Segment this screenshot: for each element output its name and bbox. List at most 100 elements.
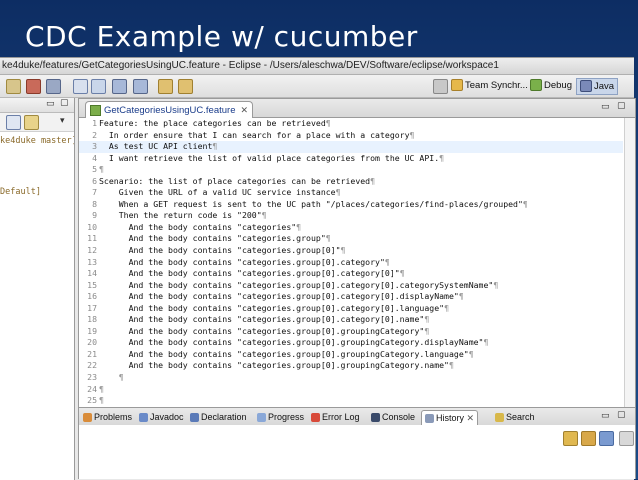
prev-annotation-icon[interactable]: [133, 79, 148, 94]
pilcrow-marker: ¶: [384, 256, 390, 267]
collapse-all-icon[interactable]: [6, 115, 21, 130]
editor-tab[interactable]: GetCategoriesUsingUC.feature ✕: [85, 101, 254, 118]
main-toolbar: Team Synchr... Debug Java: [0, 75, 634, 98]
next-annotation-icon[interactable]: [112, 79, 127, 94]
tab-label: Javadoc: [150, 412, 184, 422]
view-menu-icon[interactable]: ▾: [60, 116, 65, 126]
line-number: 7: [92, 187, 97, 198]
tab-javadoc[interactable]: Javadoc: [139, 410, 184, 424]
code-line[interactable]: 4 I want retrieve the list of valid plac…: [79, 153, 623, 165]
tab-error-log[interactable]: Error Log: [311, 410, 360, 424]
minimize-icon[interactable]: ▭: [601, 102, 610, 112]
line-number: 9: [92, 210, 97, 221]
line-number: 20: [87, 337, 97, 348]
tab-console[interactable]: Console: [371, 410, 415, 424]
tool-icon[interactable]: [6, 79, 21, 94]
pilcrow-marker: ¶: [468, 348, 474, 359]
line-number: 10: [87, 221, 97, 232]
pilcrow-marker: ¶: [261, 210, 267, 221]
search-icon: [495, 413, 504, 423]
pilcrow-marker: ¶: [493, 279, 499, 290]
code-line[interactable]: 19 And the body contains "categories.gro…: [79, 326, 623, 338]
tree-item[interactable]: Default]: [0, 187, 74, 197]
code-line[interactable]: 6 Scenario: the list of place categories …: [79, 176, 623, 188]
pilcrow-marker: ¶: [439, 152, 445, 163]
code-line[interactable]: 15 And the body contains "categories.gro…: [79, 280, 623, 292]
code-line[interactable]: 21 And the body contains "categories.gro…: [79, 349, 623, 361]
tab-problems[interactable]: Problems: [83, 410, 132, 424]
code-line[interactable]: 7 Given the URL of a valid UC service in…: [79, 187, 623, 199]
code-line[interactable]: 3 As test UC API client¶: [79, 141, 623, 153]
code-line[interactable]: 9 Then the return code is "200"¶: [79, 210, 623, 222]
code-line[interactable]: 14 And the body contains "categories.gro…: [79, 268, 623, 280]
code-text: And the body contains "categories.group": [99, 233, 326, 244]
tab-progress[interactable]: Progress: [257, 410, 304, 424]
tab-label: Search: [506, 412, 535, 422]
code-line[interactable]: 2 In order ensure that I can search for …: [79, 130, 623, 142]
code-line[interactable]: 16 And the body contains "categories.gro…: [79, 291, 623, 303]
code-line[interactable]: 11 And the body contains "categories.gro…: [79, 233, 623, 245]
code-line[interactable]: 18 And the body contains "categories.gro…: [79, 314, 623, 326]
tab-declaration[interactable]: Declaration: [190, 410, 247, 424]
perspective-debug[interactable]: Debug: [530, 78, 572, 93]
open-perspective-icon[interactable]: [433, 79, 448, 94]
pilcrow-marker: ¶: [444, 302, 449, 313]
code-line[interactable]: 22 And the body contains "categories.gro…: [79, 360, 623, 372]
package-explorer-header: ▭ ▢: [0, 98, 74, 113]
code-line[interactable]: 13 And the body contains "categories.gro…: [79, 257, 623, 269]
maximize-icon[interactable]: ▢: [60, 98, 69, 108]
eclipse-window: ke4duke/features/GetCategoriesUsingUC.fe…: [0, 57, 636, 480]
console-icon: [371, 413, 380, 423]
tool-icon[interactable]: [26, 79, 41, 94]
line-number: 21: [87, 348, 97, 359]
pilcrow-marker: ¶: [409, 129, 415, 140]
pilcrow-marker: ¶: [448, 360, 454, 371]
minimize-icon[interactable]: ▭: [601, 411, 610, 421]
view-menu-icon[interactable]: [619, 431, 634, 446]
close-icon[interactable]: ✕: [467, 413, 475, 423]
link-with-editor-icon[interactable]: [24, 115, 39, 130]
line-number: 16: [87, 291, 97, 302]
perspective-label: Team Synchr...: [465, 80, 528, 91]
code-line[interactable]: 5 ¶: [79, 164, 623, 176]
package-explorer-toolbar: ▾: [0, 113, 74, 132]
pilcrow-marker: ¶: [483, 337, 489, 348]
code-line[interactable]: 25 ¶: [79, 395, 623, 407]
tree-item[interactable]: ke4duke master]: [0, 136, 74, 146]
line-number: 18: [87, 314, 97, 325]
pin-icon[interactable]: [599, 431, 614, 446]
link-icon[interactable]: [563, 431, 578, 446]
code-line[interactable]: 12 And the body contains "categories.gro…: [79, 245, 623, 257]
show-whitespace-icon[interactable]: [91, 79, 106, 94]
maximize-icon[interactable]: ▢: [617, 410, 626, 420]
code-text: And the body contains "categories": [99, 221, 297, 232]
perspective-java[interactable]: Java: [576, 78, 619, 95]
toggle-breadcrumb-icon[interactable]: [73, 79, 88, 94]
group-icon[interactable]: [581, 431, 596, 446]
tab-label: Declaration: [201, 412, 247, 422]
code-line[interactable]: 23 ¶: [79, 372, 623, 384]
line-number: 3: [92, 141, 97, 152]
tab-history[interactable]: History ✕: [421, 410, 479, 425]
perspective-team-sync[interactable]: Team Synchr...: [451, 78, 528, 93]
code-text: And the body contains "categories.group[…: [99, 291, 459, 302]
code-line[interactable]: 20 And the body contains "categories.gro…: [79, 337, 623, 349]
code-line[interactable]: 1 Feature: the place categories can be re…: [79, 118, 623, 130]
minimize-icon[interactable]: ▭: [46, 99, 55, 109]
code-text: And the body contains "categories.group[…: [99, 314, 425, 325]
code-line[interactable]: 17 And the body contains "categories.gro…: [79, 303, 623, 315]
tab-search[interactable]: Search: [495, 410, 535, 424]
code-line[interactable]: 10 And the body contains "categories"¶: [79, 222, 623, 234]
tool-icon[interactable]: [46, 79, 61, 94]
line-number: 1: [92, 118, 97, 128]
pilcrow-marker: ¶: [325, 118, 331, 128]
javadoc-icon: [139, 413, 148, 423]
code-line[interactable]: 8 When a GET request is sent to the UC p…: [79, 199, 623, 211]
forward-icon[interactable]: [178, 79, 193, 94]
maximize-icon[interactable]: ▢: [617, 101, 626, 111]
code-line[interactable]: 24 ¶: [79, 384, 623, 396]
close-icon[interactable]: ✕: [240, 105, 248, 115]
line-number: 19: [87, 325, 97, 336]
back-icon[interactable]: [158, 79, 173, 94]
history-view: [78, 425, 636, 479]
